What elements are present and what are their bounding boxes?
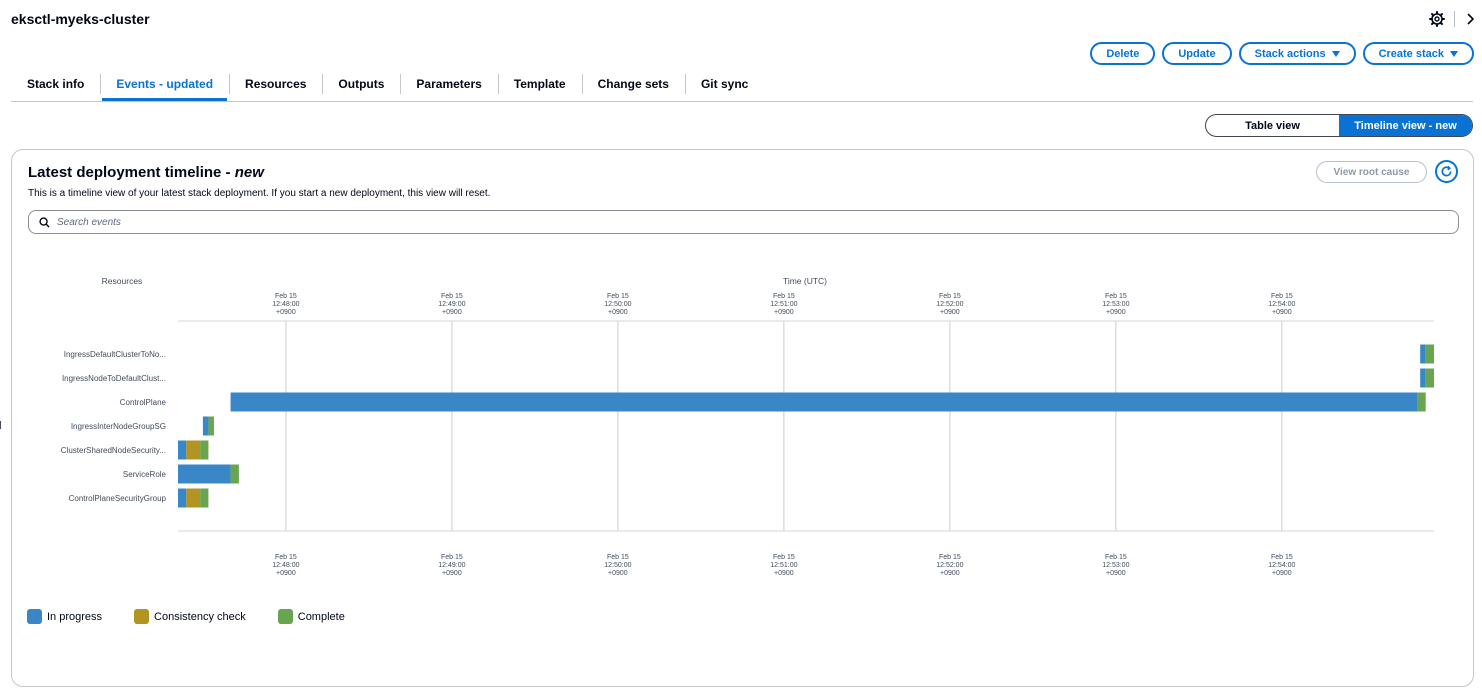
x-tick-time-bottom: 12:51:00	[770, 562, 797, 569]
x-tick-tz-bottom: +0900	[774, 570, 794, 577]
timeline-bar-segment	[200, 440, 209, 460]
legend-label-in-progress: In progress	[47, 610, 103, 623]
timeline-bar-segment	[1417, 392, 1426, 412]
x-tick-tz-top: +0900	[774, 309, 794, 316]
x-tick-date-top: Feb 15	[1105, 293, 1127, 300]
x-tick-time-top: 12:49:00	[438, 301, 465, 308]
timeline-bar-segment	[178, 488, 187, 508]
timeline-bar-segment	[1425, 368, 1434, 388]
x-tick-date-bottom: Feb 15	[1271, 554, 1293, 561]
resource-label: IngressInterNodeGroupSG	[71, 422, 166, 431]
x-tick-date-bottom: Feb 15	[275, 554, 297, 561]
x-tick-tz-bottom: +0900	[940, 570, 960, 577]
legend-swatch-in-progress	[27, 609, 42, 624]
x-tick-tz-bottom: +0900	[1272, 570, 1292, 577]
legend-complete: Complete	[277, 609, 345, 624]
x-tick-time-top: 12:50:00	[604, 301, 631, 308]
chart-legend: In progress Consistency check Complete	[27, 609, 345, 624]
x-tick-tz-bottom: +0900	[1106, 570, 1126, 577]
x-tick-time-bottom: 12:52:00	[936, 562, 963, 569]
timeline-bar-segment	[202, 416, 209, 436]
x-axis-title: Time (UTC)	[783, 276, 827, 286]
x-tick-time-bottom: 12:48:00	[272, 562, 299, 569]
resource-label: ServiceRole	[123, 470, 167, 479]
legend-label-complete: Complete	[297, 610, 345, 623]
x-tick-time-top: 12:48:00	[272, 301, 299, 308]
x-tick-date-top: Feb 15	[1271, 293, 1293, 300]
timeline-bar-segment	[230, 464, 239, 484]
resource-label: ControlPlaneSecurityGroup	[69, 494, 167, 503]
timeline-bar-segment	[178, 440, 187, 460]
timeline-bar-segment	[200, 488, 209, 508]
left-edge-marker	[0, 421, 1, 429]
y-axis-title: Resources	[102, 276, 143, 286]
x-tick-tz-top: +0900	[608, 309, 628, 316]
x-tick-time-bottom: 12:54:00	[1268, 562, 1295, 569]
timeline-bar-segment	[178, 464, 231, 484]
resource-label: ControlPlane	[120, 398, 167, 407]
x-tick-time-top: 12:51:00	[770, 301, 797, 308]
x-tick-date-top: Feb 15	[275, 293, 297, 300]
x-tick-time-top: 12:54:00	[1268, 301, 1295, 308]
x-tick-tz-bottom: +0900	[608, 570, 628, 577]
x-tick-tz-top: +0900	[442, 309, 462, 316]
resource-label: ClusterSharedNodeSecurity...	[61, 446, 166, 455]
legend-swatch-complete	[277, 609, 293, 624]
x-tick-tz-top: +0900	[940, 309, 960, 316]
x-tick-date-top: Feb 15	[773, 293, 795, 300]
x-tick-date-bottom: Feb 15	[773, 554, 795, 561]
legend-label-consistency-check: Consistency check	[154, 610, 246, 623]
x-tick-time-bottom: 12:49:00	[438, 562, 465, 569]
timeline-bar-segment	[208, 416, 214, 436]
timeline-bar-segment	[230, 392, 1418, 412]
x-tick-date-bottom: Feb 15	[441, 554, 463, 561]
timeline-chart: Resources Time (UTC)Feb 1512:48:00+0900Fe…	[61, 276, 1434, 577]
timeline-bar-segment	[186, 440, 201, 460]
timeline-bar-segment	[1420, 368, 1426, 388]
timeline-bar-segment	[186, 488, 201, 508]
x-tick-tz-top: +0900	[1272, 309, 1292, 316]
x-tick-time-bottom: 12:53:00	[1102, 562, 1129, 569]
resource-label: IngressDefaultClusterToNo...	[64, 350, 166, 359]
timeline-bar-segment	[1420, 344, 1426, 364]
x-tick-date-bottom: Feb 15	[607, 554, 629, 561]
x-tick-tz-top: +0900	[1106, 309, 1126, 316]
legend-consistency-check: Consistency check	[134, 609, 246, 624]
x-tick-date-bottom: Feb 15	[1105, 554, 1127, 561]
x-tick-time-top: 12:52:00	[936, 301, 963, 308]
x-tick-date-top: Feb 15	[607, 293, 629, 300]
x-tick-tz-bottom: +0900	[276, 570, 296, 577]
legend-swatch-consistency-check	[134, 609, 150, 624]
x-tick-time-top: 12:53:00	[1102, 301, 1129, 308]
x-tick-date-top: Feb 15	[441, 293, 463, 300]
x-tick-tz-bottom: +0900	[442, 570, 462, 577]
legend-in-progress: In progress	[27, 609, 102, 624]
x-tick-date-bottom: Feb 15	[939, 554, 961, 561]
x-tick-date-top: Feb 15	[939, 293, 961, 300]
x-tick-tz-top: +0900	[276, 309, 296, 316]
x-tick-time-bottom: 12:50:00	[604, 562, 631, 569]
timeline-bar-segment	[1425, 344, 1434, 364]
resource-label: IngressNodeToDefaultClust...	[62, 374, 166, 383]
